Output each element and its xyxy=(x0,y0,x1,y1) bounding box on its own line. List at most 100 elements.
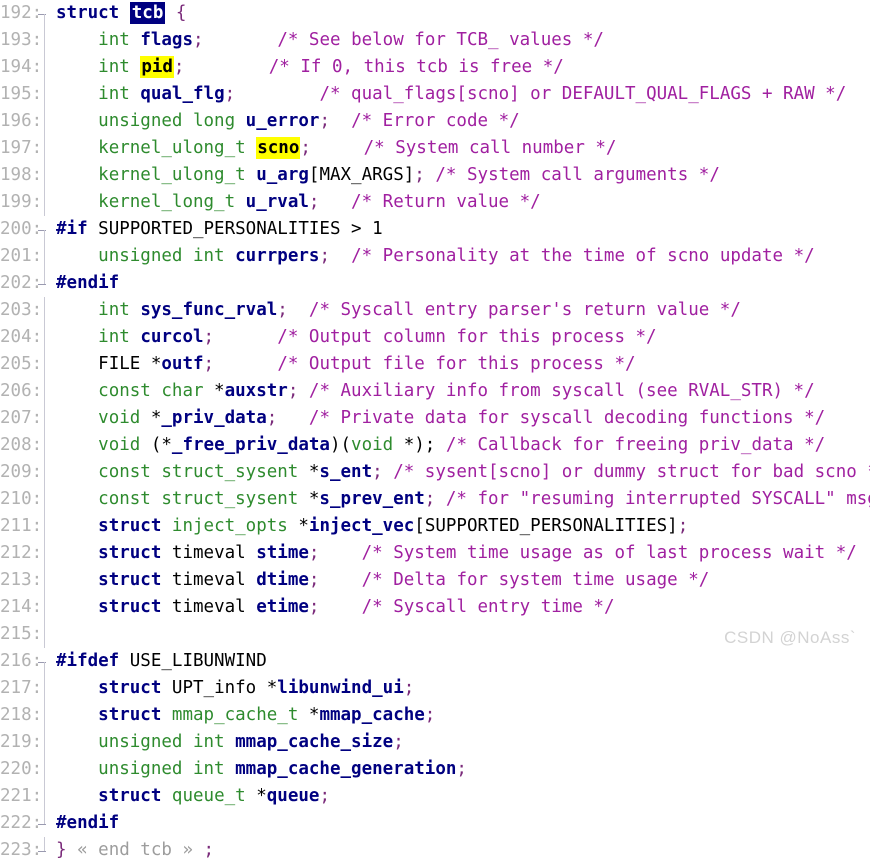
fold-end-marker-icon[interactable] xyxy=(38,283,46,285)
fold-gutter-cell[interactable] xyxy=(38,216,52,243)
code-line[interactable]: 203: int sys_func_rval; /* Syscall entry… xyxy=(0,297,870,324)
code-line-text[interactable]: unsigned int currpers; /* Personality at… xyxy=(52,243,870,270)
code-line-text[interactable]: unsigned int mmap_cache_size; xyxy=(52,729,870,756)
code-line[interactable]: 193: int flags; /* See below for TCB_ va… xyxy=(0,27,870,54)
fold-gutter-cell[interactable] xyxy=(38,378,52,405)
fold-gutter-cell[interactable] xyxy=(38,108,52,135)
code-line-text[interactable]: kernel_long_t u_rval; /* Return value */ xyxy=(52,189,870,216)
code-line[interactable]: 221: struct queue_t *queue; xyxy=(0,783,870,810)
fold-gutter-cell[interactable] xyxy=(38,189,52,216)
fold-gutter-cell[interactable] xyxy=(38,783,52,810)
code-line-text[interactable]: const char *auxstr; /* Auxiliary info fr… xyxy=(52,378,870,405)
code-line[interactable]: 207: void *_priv_data; /* Private data f… xyxy=(0,405,870,432)
code-line[interactable]: 218: struct mmap_cache_t *mmap_cache; xyxy=(0,702,870,729)
code-line-text[interactable]: void (*_free_priv_data)(void *); /* Call… xyxy=(52,432,870,459)
code-line[interactable]: 219: unsigned int mmap_cache_size; xyxy=(0,729,870,756)
code-line-text[interactable]: struct timeval stime; /* System time usa… xyxy=(52,540,870,567)
code-line-text[interactable]: } « end tcb » ; xyxy=(52,837,870,864)
fold-end-marker-icon[interactable] xyxy=(38,823,46,825)
code-line-text[interactable]: struct UPT_info *libunwind_ui; xyxy=(52,675,870,702)
code-line[interactable]: 222: #endif xyxy=(0,810,870,837)
fold-gutter-cell[interactable] xyxy=(38,675,52,702)
fold-gutter-cell[interactable] xyxy=(38,729,52,756)
fold-gutter-cell[interactable] xyxy=(38,297,52,324)
code-line[interactable]: 196: unsigned long u_error; /* Error cod… xyxy=(0,108,870,135)
code-line[interactable]: 214: struct timeval etime; /* Syscall en… xyxy=(0,594,870,621)
code-line[interactable]: 211: struct inject_opts *inject_vec[SUPP… xyxy=(0,513,870,540)
code-line[interactable]: 195: int qual_flg; /* qual_flags[scno] o… xyxy=(0,81,870,108)
code-line-text[interactable]: int flags; /* See below for TCB_ values … xyxy=(52,27,870,54)
fold-gutter-cell[interactable] xyxy=(38,837,52,864)
code-line-text[interactable]: unsigned long u_error; /* Error code */ xyxy=(52,108,870,135)
code-line[interactable]: 197: kernel_ulong_t scno; /* System call… xyxy=(0,135,870,162)
code-line[interactable]: 194: int pid; /* If 0, this tcb is free … xyxy=(0,54,870,81)
code-line[interactable]: 220: unsigned int mmap_cache_generation; xyxy=(0,756,870,783)
code-line-text[interactable]: struct timeval dtime; /* Delta for syste… xyxy=(52,567,870,594)
code-line[interactable]: 199: kernel_long_t u_rval; /* Return val… xyxy=(0,189,870,216)
line-number: 205: xyxy=(0,354,43,374)
code-line[interactable]: 209: const struct_sysent *s_ent; /* syse… xyxy=(0,459,870,486)
code-line-text[interactable]: FILE *outf; /* Output file for this proc… xyxy=(52,351,870,378)
code-line[interactable]: 204: int curcol; /* Output column for th… xyxy=(0,324,870,351)
code-line-text[interactable]: const struct_sysent *s_ent; /* sysent[sc… xyxy=(52,459,870,486)
code-line-text[interactable]: struct tcb { xyxy=(52,0,870,27)
fold-gutter-cell[interactable] xyxy=(38,810,52,837)
fold-gutter-cell[interactable] xyxy=(38,270,52,297)
fold-gutter-cell[interactable] xyxy=(38,324,52,351)
code-line[interactable]: 206: const char *auxstr; /* Auxiliary in… xyxy=(0,378,870,405)
code-line[interactable]: 205: FILE *outf; /* Output file for this… xyxy=(0,351,870,378)
fold-gutter-cell[interactable] xyxy=(38,135,52,162)
code-line[interactable]: 213: struct timeval dtime; /* Delta for … xyxy=(0,567,870,594)
code-line[interactable]: 192: struct tcb { xyxy=(0,0,870,27)
code-line[interactable]: 208: void (*_free_priv_data)(void *); /*… xyxy=(0,432,870,459)
code-line[interactable]: 198: kernel_ulong_t u_arg[MAX_ARGS]; /* … xyxy=(0,162,870,189)
code-line[interactable]: 201: unsigned int currpers; /* Personali… xyxy=(0,243,870,270)
fold-gutter-cell[interactable] xyxy=(38,756,52,783)
fold-gutter-cell[interactable] xyxy=(38,702,52,729)
code-line-text[interactable]: void *_priv_data; /* Private data for sy… xyxy=(52,405,870,432)
code-line[interactable]: 212: struct timeval stime; /* System tim… xyxy=(0,540,870,567)
code-line-text[interactable]: #endif xyxy=(52,810,870,837)
code-line-text[interactable]: int sys_func_rval; /* Syscall entry pars… xyxy=(52,297,870,324)
code-line-text[interactable]: struct timeval etime; /* Syscall entry t… xyxy=(52,594,870,621)
code-line-text[interactable]: kernel_ulong_t scno; /* System call numb… xyxy=(52,135,870,162)
fold-gutter-cell[interactable] xyxy=(38,405,52,432)
fold-gutter-cell[interactable] xyxy=(38,81,52,108)
code-line-text[interactable]: #endif xyxy=(52,270,870,297)
code-line-text[interactable]: int pid; /* If 0, this tcb is free */ xyxy=(52,54,870,81)
fold-gutter-cell[interactable] xyxy=(38,648,52,675)
fold-end-marker-icon[interactable] xyxy=(38,850,46,852)
fold-gutter-cell[interactable] xyxy=(38,540,52,567)
code-line[interactable]: 210: const struct_sysent *s_prev_ent; /*… xyxy=(0,486,870,513)
code-line-text[interactable]: const struct_sysent *s_prev_ent; /* for … xyxy=(52,486,870,513)
fold-gutter-cell[interactable] xyxy=(38,27,52,54)
fold-gutter-cell[interactable] xyxy=(38,432,52,459)
code-line-text[interactable]: unsigned int mmap_cache_generation; xyxy=(52,756,870,783)
code-line-text[interactable]: #ifdef USE_LIBUNWIND xyxy=(52,648,870,675)
fold-gutter-cell[interactable] xyxy=(38,594,52,621)
code-line[interactable]: 202: #endif xyxy=(0,270,870,297)
fold-gutter-cell[interactable] xyxy=(38,459,52,486)
code-line-text[interactable]: struct inject_opts *inject_vec[SUPPORTED… xyxy=(52,513,870,540)
fold-gutter-cell[interactable] xyxy=(38,243,52,270)
fold-gutter-cell[interactable] xyxy=(38,621,52,648)
code-line[interactable]: 216: #ifdef USE_LIBUNWIND xyxy=(0,648,870,675)
code-line-text[interactable]: int qual_flg; /* qual_flags[scno] or DEF… xyxy=(52,81,870,108)
code-line-text[interactable]: kernel_ulong_t u_arg[MAX_ARGS]; /* Syste… xyxy=(52,162,870,189)
fold-gutter-cell[interactable] xyxy=(38,351,52,378)
fold-gutter-cell[interactable] xyxy=(38,162,52,189)
code-line-text[interactable]: struct mmap_cache_t *mmap_cache; xyxy=(52,702,870,729)
code-line[interactable]: 223:} « end tcb » ; xyxy=(0,837,870,864)
code-line[interactable]: 217: struct UPT_info *libunwind_ui; xyxy=(0,675,870,702)
fold-gutter-cell[interactable] xyxy=(38,513,52,540)
fold-gutter-cell[interactable] xyxy=(38,567,52,594)
fold-gutter-cell[interactable] xyxy=(38,0,52,27)
fold-gutter-cell[interactable] xyxy=(38,54,52,81)
code-line-text[interactable]: int curcol; /* Output column for this pr… xyxy=(52,324,870,351)
code-line[interactable]: 200: #if SUPPORTED_PERSONALITIES > 1 xyxy=(0,216,870,243)
fold-gutter-cell[interactable] xyxy=(38,486,52,513)
code-line-text[interactable]: #if SUPPORTED_PERSONALITIES > 1 xyxy=(52,216,870,243)
code-line-text[interactable]: struct queue_t *queue; xyxy=(52,783,870,810)
code-lines-container[interactable]: 192: struct tcb {193: int flags; /* See b… xyxy=(0,0,870,864)
